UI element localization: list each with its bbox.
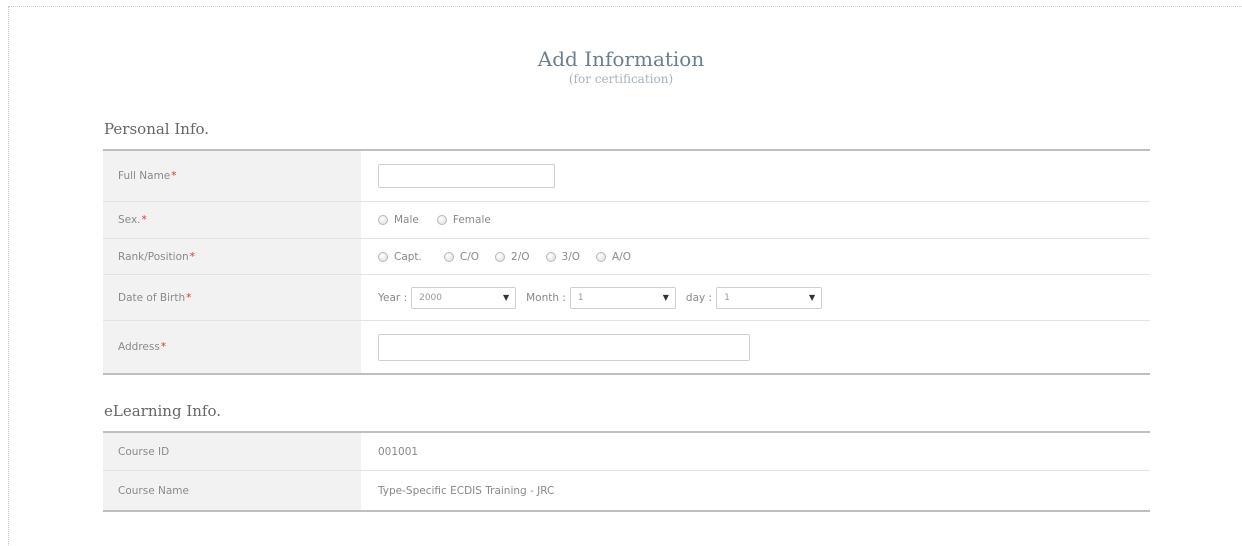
radio-icon[interactable] xyxy=(443,251,454,262)
page-subtitle: (for certification) xyxy=(568,72,674,86)
radio-icon[interactable] xyxy=(436,215,447,225)
course-id-value: 001001 xyxy=(378,445,419,458)
dob-row: Date of Birth * Year : 2000 ▼ Month : 1 ▼… xyxy=(103,275,1150,321)
sex-option-female[interactable]: Female xyxy=(436,214,491,226)
personal-info-table: Full Name * Sex. * Male Female Rank/Positi… xyxy=(103,149,1150,375)
month-select[interactable]: 1 ▼ xyxy=(569,286,676,309)
full-name-row: Full Name * xyxy=(103,151,1150,202)
rank-option-capt[interactable]: Capt. xyxy=(378,251,422,263)
chevron-down-icon: ▼ xyxy=(662,293,669,302)
course-id-label: Course ID xyxy=(103,433,361,470)
month-label: Month : xyxy=(526,291,566,304)
rank-row: Rank/Position * Capt. C/O 2/O 3/O A/O xyxy=(103,239,1150,275)
rank-option-ao[interactable]: A/O xyxy=(596,251,631,263)
course-name-label: Course Name xyxy=(103,471,361,510)
day-label: day : xyxy=(685,291,713,304)
page-header: Add Information (for certification) xyxy=(0,46,1242,86)
address-input[interactable] xyxy=(378,333,750,361)
full-name-input[interactable] xyxy=(378,164,555,188)
radio-icon[interactable] xyxy=(378,215,388,225)
rank-label: Rank/Position * xyxy=(103,239,361,274)
sex-option-male[interactable]: Male xyxy=(378,214,419,226)
chevron-down-icon: ▼ xyxy=(502,293,510,302)
rank-option-co[interactable]: C/O xyxy=(443,251,479,263)
page-title: Add Information xyxy=(537,47,705,71)
dob-label: Date of Birth * xyxy=(103,275,361,320)
radio-icon[interactable] xyxy=(545,251,556,262)
radio-icon[interactable] xyxy=(378,251,388,262)
day-select[interactable]: 1 ▼ xyxy=(716,286,823,309)
address-label: Address * xyxy=(103,321,361,373)
course-name-value: Type-Specific ECDIS Training - JRC xyxy=(378,484,555,497)
chevron-down-icon: ▼ xyxy=(808,293,816,302)
rank-option-2o[interactable]: 2/O xyxy=(495,251,530,263)
sex-row: Sex. * Male Female xyxy=(103,202,1150,239)
year-label: Year : xyxy=(378,291,408,304)
sex-label: Sex. * xyxy=(103,202,361,238)
address-row: Address * xyxy=(103,321,1150,373)
course-name-row: Course Name Type-Specific ECDIS Training… xyxy=(103,471,1150,510)
radio-icon[interactable] xyxy=(596,251,606,262)
rank-option-3o[interactable]: 3/O xyxy=(545,251,580,263)
elearning-info-heading: eLearning Info. xyxy=(104,402,221,420)
course-id-row: Course ID 001001 xyxy=(103,433,1150,471)
full-name-label: Full Name * xyxy=(103,151,361,201)
elearning-info-table: Course ID 001001 Course Name Type-Specif… xyxy=(103,431,1150,512)
personal-info-heading: Personal Info. xyxy=(104,120,210,138)
radio-icon[interactable] xyxy=(495,251,506,262)
year-select[interactable]: 2000 ▼ xyxy=(411,286,517,309)
